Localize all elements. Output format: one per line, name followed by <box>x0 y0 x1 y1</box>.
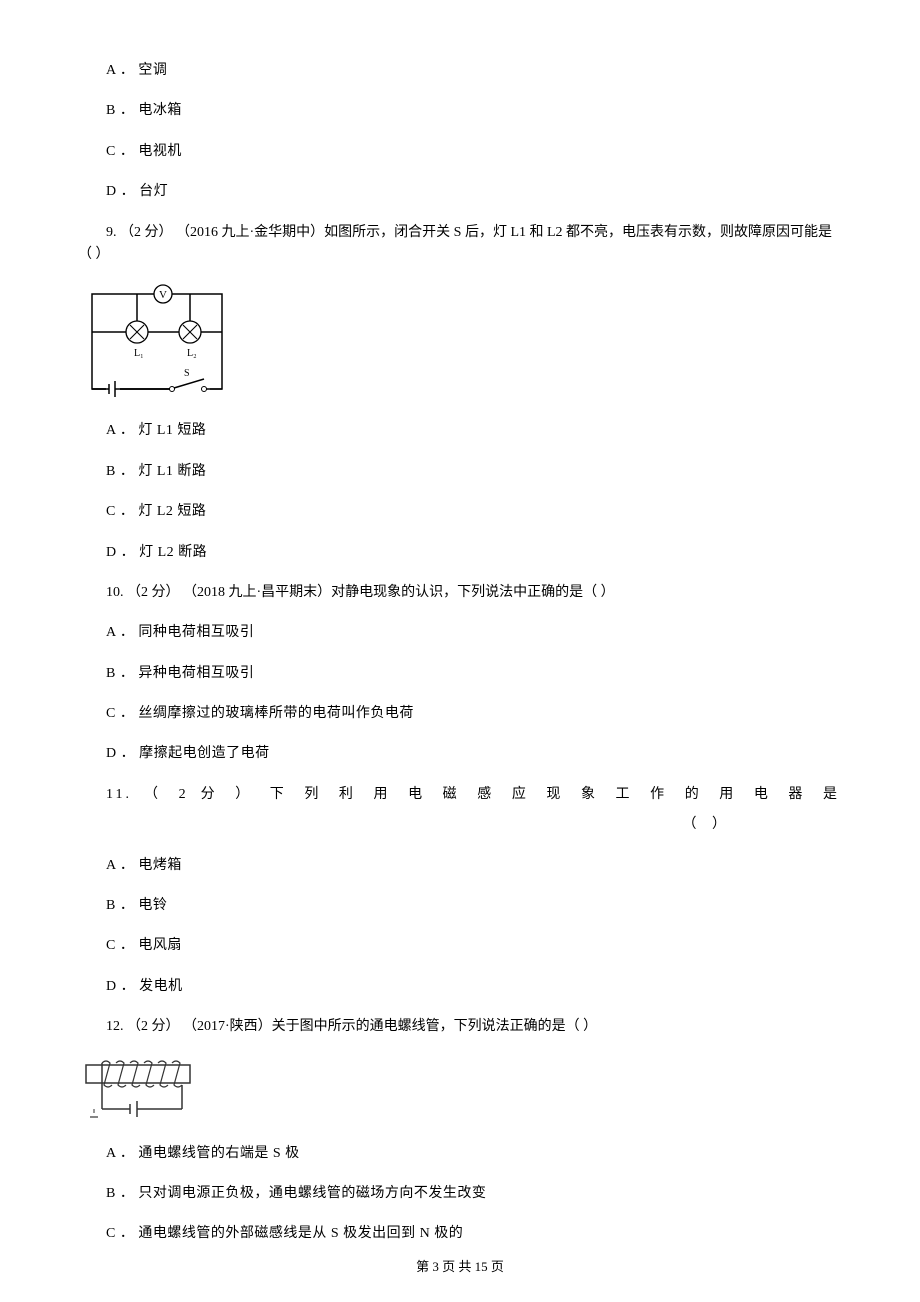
q11-stem: 11. （ 2 分 ） 下 列 利 用 电 磁 感 应 现 象 工 作 的 用 … <box>106 784 842 806</box>
q9-option-b: B ． 灯 L1 断路 <box>106 461 842 483</box>
svg-text:S: S <box>184 368 190 379</box>
q11-tail: （ ） <box>78 814 842 836</box>
q9-stem: 9. （2 分） （2016 九上·金华期中）如图所示，闭合开关 S 后，灯 L… <box>78 222 842 267</box>
q12-solenoid-diagram <box>82 1057 842 1127</box>
q9-circuit-diagram: V L₁ L₂ S <box>82 284 842 404</box>
q12-option-a: A ． 通电螺线管的右端是 S 极 <box>106 1143 842 1165</box>
q9-option-c: C ． 灯 L2 短路 <box>106 501 842 523</box>
q11-option-c: C ． 电风扇 <box>106 935 842 957</box>
svg-text:L₁: L₁ <box>134 348 144 359</box>
q10-stem: 10. （2 分） （2018 九上·昌平期末）对静电现象的认识，下列说法中正确… <box>106 582 842 604</box>
q8-option-c: C ． 电视机 <box>106 141 842 163</box>
q9-option-a: A ． 灯 L1 短路 <box>106 420 842 442</box>
q12-stem: 12. （2 分） （2017·陕西）关于图中所示的通电螺线管，下列说法正确的是… <box>106 1016 842 1038</box>
q8-option-b: B ． 电冰箱 <box>106 100 842 122</box>
q10-option-b: B ． 异种电荷相互吸引 <box>106 663 842 685</box>
q10-option-d: D ． 摩擦起电创造了电荷 <box>106 743 842 765</box>
q8-option-a: A ． 空调 <box>106 60 842 82</box>
q11-option-a: A ． 电烤箱 <box>106 855 842 877</box>
q10-option-a: A ． 同种电荷相互吸引 <box>106 622 842 644</box>
q10-option-c: C ． 丝绸摩擦过的玻璃棒所带的电荷叫作负电荷 <box>106 703 842 725</box>
svg-text:V: V <box>159 289 167 301</box>
q11-option-b: B ． 电铃 <box>106 895 842 917</box>
q12-option-c: C ． 通电螺线管的外部磁感线是从 S 极发出回到 N 极的 <box>106 1223 842 1245</box>
q12-option-b: B ． 只对调电源正负极，通电螺线管的磁场方向不发生改变 <box>106 1183 842 1205</box>
q8-option-d: D ． 台灯 <box>106 181 842 203</box>
circuit-svg: V L₁ L₂ S <box>82 284 232 404</box>
q11-option-d: D ． 发电机 <box>106 976 842 998</box>
q9-option-d: D ． 灯 L2 断路 <box>106 542 842 564</box>
svg-text:L₂: L₂ <box>187 348 197 359</box>
solenoid-svg <box>82 1057 212 1127</box>
page-footer: 第 3 页 共 15 页 <box>0 1257 920 1278</box>
